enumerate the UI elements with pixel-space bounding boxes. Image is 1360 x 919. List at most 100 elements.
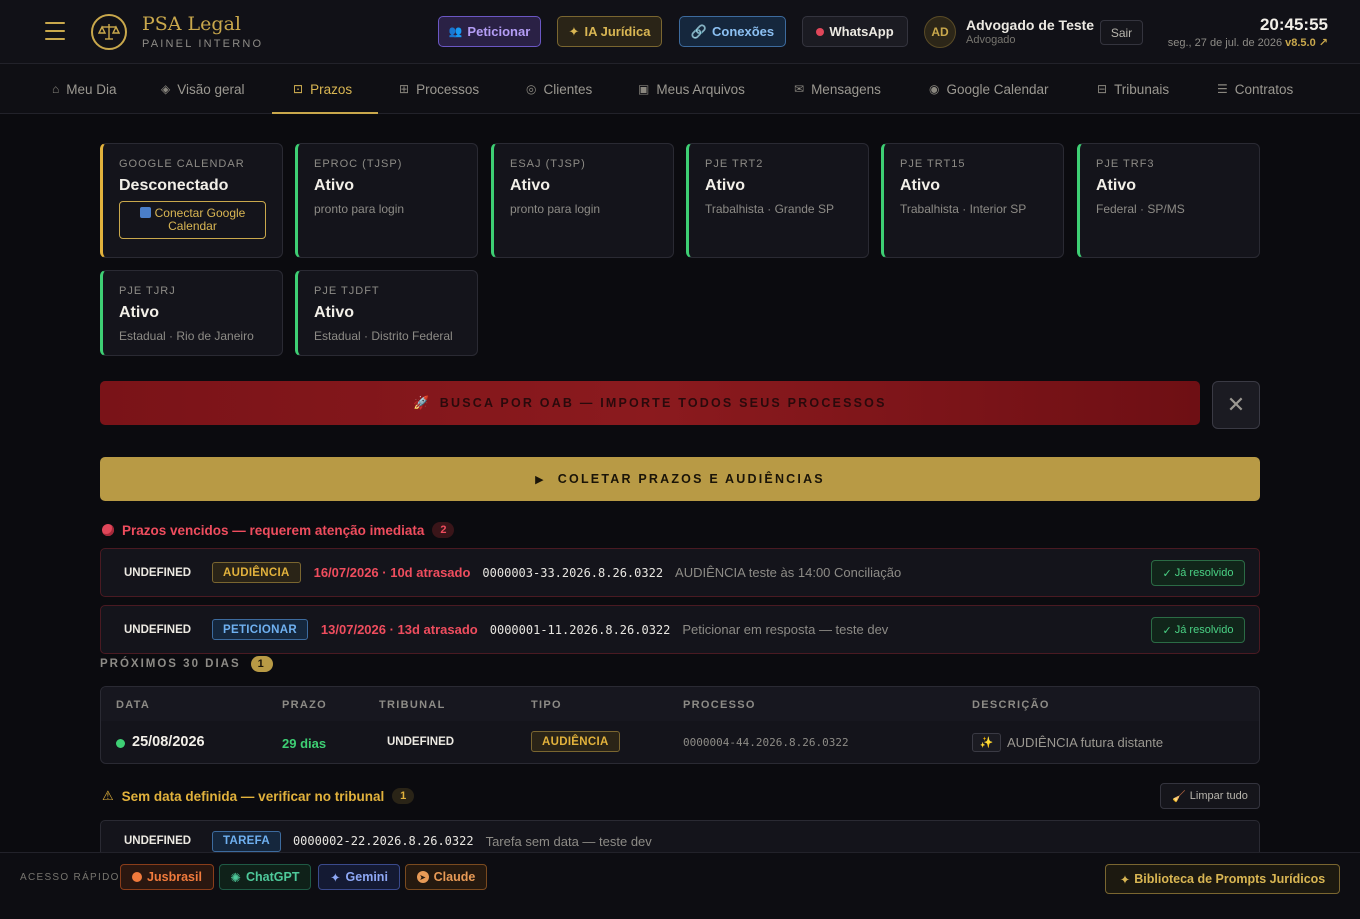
logout-button[interactable]: Sair (1100, 20, 1143, 45)
play-icon: ▶ (535, 473, 546, 486)
status-card-pje-tjrj: PJE TJRJ Ativo Estadual · Rio de Janeiro (100, 270, 283, 356)
peticionar-button[interactable]: 👥 Peticionar (438, 16, 541, 47)
process-number[interactable]: 0000003-33.2026.8.26.0322 (482, 566, 663, 580)
overdue-row: UNDEFINED AUDIÊNCIA 16/07/2026 · 10d atr… (100, 548, 1260, 597)
tab-tribunais[interactable]: ⊟ Tribunais (1097, 64, 1169, 114)
status-card-esaj: ESAJ (TJSP) Ativo pronto para login (491, 143, 674, 258)
deadline-description: Tarefa sem data — teste dev (485, 833, 652, 849)
main-nav: ⌂ Meu Dia ◈ Visão geral ⊡ Prazos ⊞ Processos… (0, 64, 1360, 114)
sparkle-icon: ✦ (1119, 872, 1131, 887)
gemini-icon: ✦ (330, 870, 341, 885)
tab-visao-geral[interactable]: ◈ Visão geral (161, 64, 245, 114)
mark-resolved-button[interactable]: ✓ Já resolvido (1151, 560, 1245, 586)
connect-google-calendar-button[interactable]: Conectar Google Calendar (119, 201, 266, 239)
collect-deadlines-button[interactable]: ▶ COLETAR PRAZOS E AUDIÊNCIAS (100, 457, 1260, 501)
deadline-description: AUDIÊNCIA futura distante (1007, 735, 1164, 750)
ia-juridica-button[interactable]: ✦ IA Jurídica (557, 16, 662, 47)
building-icon: ⊟ (1097, 82, 1108, 96)
active-tab-indicator (272, 112, 378, 114)
rocket-icon: 🚀 (413, 395, 432, 410)
overdue-row: UNDEFINED PETICIONAR 13/07/2026 · 13d at… (100, 605, 1260, 654)
overdue-date: 13/07/2026 · 13d atrasado (320, 622, 478, 637)
table-header: DATA PRAZO TRIBUNAL TIPO PROCESSO DESCRI… (101, 687, 1259, 721)
clear-all-button[interactable]: 🧹 Limpar tudo (1160, 783, 1260, 809)
quick-access-label: ACESSO RÁPIDO (20, 872, 120, 883)
people-icon: 👥 (448, 26, 463, 38)
whatsapp-button[interactable]: WhatsApp (802, 16, 908, 47)
check-icon: ✓ (1162, 567, 1172, 580)
grid-icon: ⊞ (399, 82, 410, 96)
avatar[interactable]: AD (924, 16, 956, 48)
scales-logo-icon (91, 14, 127, 50)
brand-subtitle: PAINEL INTERNO (142, 38, 264, 50)
tab-meus-arquivos[interactable]: ▣ Meus Arquivos (638, 64, 745, 114)
tribunal-cell: UNDEFINED (387, 736, 455, 748)
status-card-eproc: EPROC (TJSP) Ativo pronto para login (295, 143, 478, 258)
close-banner-button[interactable]: ✕ (1212, 381, 1260, 429)
table-row[interactable]: 25/08/2026 29 dias UNDEFINED AUDIÊNCIA 0… (101, 721, 1259, 763)
check-icon: ✓ (1162, 624, 1172, 637)
process-number[interactable]: 0000001-11.2026.8.26.0322 (490, 623, 671, 637)
tab-processos[interactable]: ⊞ Processos (399, 64, 479, 114)
status-dot-icon (816, 27, 825, 36)
conexoes-button[interactable]: 🔗 Conexões (679, 16, 786, 47)
tab-prazos[interactable]: ⊡ Prazos (293, 64, 352, 114)
status-card-pje-tjdft: PJE TJDFT Ativo Estadual · Distrito Fede… (295, 270, 478, 356)
claude-link[interactable]: ➤ Claude (405, 864, 487, 890)
green-status-dot-icon (116, 739, 125, 748)
calendar-icon (139, 207, 151, 218)
gemini-link[interactable]: ✦ Gemini (318, 864, 400, 890)
user-name: Advogado de Teste (966, 17, 1095, 33)
column-header-tribunal: TRIBUNAL (379, 699, 446, 711)
column-header-prazo: PRAZO (282, 699, 327, 711)
deadline-description: Peticionar em resposta — teste dev (682, 622, 889, 637)
clock: 20:45:55 (1259, 15, 1328, 34)
claude-icon: ➤ (416, 871, 429, 883)
quick-access-footer: ACESSO RÁPIDO Jusbrasil ✺ ChatGPT ✦ Gemi… (0, 852, 1360, 919)
users-icon: ◎ (526, 82, 537, 96)
deadline-date: 25/08/2026 (132, 734, 205, 750)
overdue-date: 16/07/2026 · 10d atrasado (313, 565, 471, 580)
tab-mensagens[interactable]: ✉ Mensagens (794, 64, 881, 114)
folder-icon: ▣ (638, 82, 650, 96)
mark-resolved-button[interactable]: ✓ Já resolvido (1151, 617, 1245, 643)
no-date-section-header: ⚠ Sem data definida — verificar no tribu… (102, 788, 415, 804)
menu-icon[interactable] (45, 22, 65, 42)
tab-google-calendar[interactable]: ◉ Google Calendar (929, 64, 1049, 114)
type-badge: AUDIÊNCIA (212, 562, 301, 583)
sparkle-icon: ✦ (568, 23, 580, 39)
version-link[interactable]: v8.5.0 ↗ (1285, 37, 1328, 49)
tab-clientes[interactable]: ◎ Clientes (526, 64, 592, 114)
top-header: PSA Legal PAINEL INTERNO 👥 Peticionar ✦ … (0, 0, 1360, 64)
oab-search-banner[interactable]: 🚀 BUSCA POR OAB — IMPORTE TODOS SEUS PRO… (100, 381, 1200, 425)
days-remaining: 29 dias (282, 736, 327, 751)
close-icon: ✕ (1226, 392, 1246, 417)
sparkle-ai-icon[interactable]: ✨ (972, 733, 1001, 752)
prompt-library-button[interactable]: ✦ Biblioteca de Prompts Jurídicos (1105, 864, 1340, 894)
type-badge: TAREFA (212, 830, 281, 852)
jusbrasil-icon (132, 872, 143, 882)
process-number[interactable]: 0000004-44.2026.8.26.0322 (683, 736, 849, 749)
chatgpt-link[interactable]: ✺ ChatGPT (219, 864, 311, 890)
jusbrasil-link[interactable]: Jusbrasil (120, 864, 214, 890)
home-icon: ⌂ (52, 82, 60, 96)
brand-title: PSA Legal (142, 13, 241, 35)
status-card-pje-trt15: PJE TRT15 Ativo Trabalhista · Interior S… (881, 143, 1064, 258)
next-30-count-badge: 1 (250, 656, 273, 672)
overdue-count-badge: 2 (432, 522, 455, 538)
broom-icon: 🧹 (1172, 790, 1186, 803)
red-circle-icon (102, 524, 114, 536)
status-card-pje-trt2: PJE TRT2 Ativo Trabalhista · Grande SP (686, 143, 869, 258)
no-date-count-badge: 1 (392, 788, 415, 804)
status-card-google-calendar: GOOGLE CALENDAR Desconectado Conectar Go… (100, 143, 283, 258)
upcoming-deadlines-table: DATA PRAZO TRIBUNAL TIPO PROCESSO DESCRI… (100, 686, 1260, 764)
deadline-description: AUDIÊNCIA teste às 14:00 Conciliação (675, 565, 902, 580)
tab-meu-dia[interactable]: ⌂ Meu Dia (52, 64, 117, 114)
next-30-days-header: PRÓXIMOS 30 DIAS 1 (100, 656, 273, 672)
link-icon: 🔗 (690, 23, 708, 39)
process-number[interactable]: 0000002-22.2026.8.26.0322 (293, 834, 474, 848)
type-badge: AUDIÊNCIA (531, 731, 620, 752)
date-line: seg., 27 de jul. de 2026 v8.5.0 ↗ (1168, 36, 1328, 49)
chatgpt-icon: ✺ (230, 870, 241, 885)
tab-contratos[interactable]: ☰ Contratos (1217, 64, 1293, 114)
